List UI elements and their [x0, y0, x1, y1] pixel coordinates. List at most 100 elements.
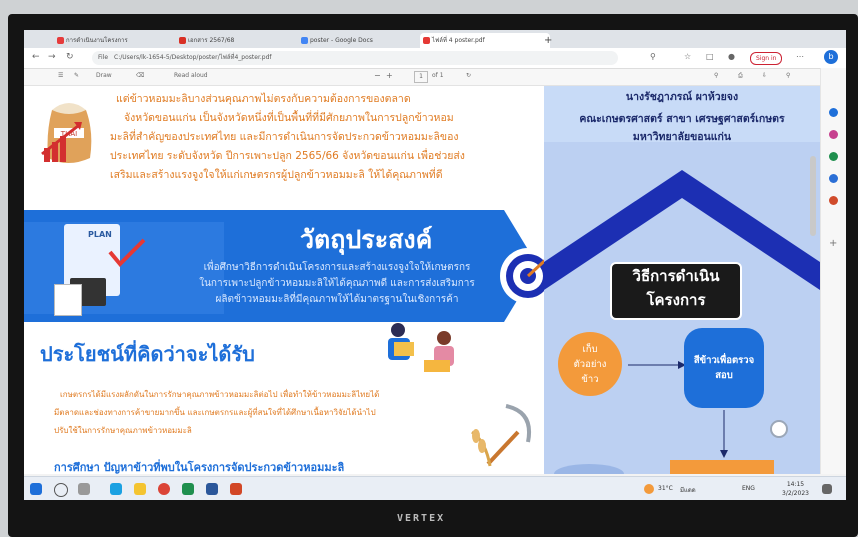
address-text: C:/Users/lk-1654-5/Desktop/poster/ไฟล์ที… [114, 54, 272, 61]
address-prefix: File [98, 54, 109, 61]
method-heading-line-1: วิธีการดำเนิน [632, 267, 720, 285]
intro-line-2: จังหวัดขอนแก่น เป็นจังหวัดหนึ่งที่เป็นพื… [124, 112, 454, 124]
zoom-in-icon[interactable]: + [386, 71, 393, 80]
excel-icon[interactable] [182, 483, 194, 495]
author-name: นางรัชฎาภรณ์ ผาห้วยจง [625, 91, 739, 103]
browser-tab-2[interactable]: เอกสาร 2567/68 [176, 33, 306, 48]
print-icon[interactable]: ⎙ [738, 72, 743, 80]
games-icon[interactable] [829, 174, 838, 183]
favorite-star-icon[interactable]: ☆ [684, 52, 691, 61]
tools-icon[interactable] [829, 152, 838, 161]
objective-line-3: ผลิตข้าวหอมมะลิที่มีคุณภาพให้ได้มาตรฐานใ… [215, 294, 459, 305]
forward-icon[interactable]: → [48, 52, 56, 62]
step2-line-2: สอบ [715, 370, 733, 381]
word-icon[interactable] [206, 483, 218, 495]
more-menu-icon[interactable]: ⋯ [796, 52, 804, 61]
draw-button[interactable]: Draw [96, 72, 112, 79]
objective-line-2: ในการเพาะปลูกข้าวหอมมะลิให้ได้คุณภาพดี แ… [199, 278, 475, 289]
clock[interactable]: 14:15 3/2/2023 [782, 480, 809, 498]
office-icon[interactable] [829, 196, 838, 205]
page-total: of 1 [432, 72, 444, 79]
weather-temp: 31°C [658, 485, 673, 492]
chrome-icon[interactable] [158, 483, 170, 495]
filter-icon[interactable]: ☰ [58, 72, 63, 79]
browser-tab-3[interactable]: poster - Google Docs [298, 33, 428, 48]
screen: การดำเนินงานโครงการ เอกสาร 2567/68 poste… [24, 30, 846, 500]
plan-document-illustration: PLAN [54, 224, 146, 316]
benefit-line-3: ปรับใช้ในการรักษาคุณภาพข้าวหอมมะลิ [54, 426, 192, 435]
search-sidebar-icon[interactable] [829, 108, 838, 117]
collections-icon[interactable]: □ [706, 52, 714, 61]
pdf-scrollbar[interactable] [810, 156, 816, 236]
arrow-down [720, 410, 728, 458]
notification-icon[interactable] [822, 484, 832, 494]
pdf-toolbar: ☰ ✎ Draw ⌫ Read aloud − + 1 of 1 ↻ ⚲ ⎙ ⇩… [24, 69, 846, 86]
browser-tab-1[interactable]: การดำเนินงานโครงการ [54, 33, 184, 48]
page-number-input[interactable]: 1 [414, 71, 428, 83]
arrow-right [628, 361, 686, 369]
sign-in-button[interactable]: Sign in [750, 52, 783, 65]
tab-favicon [179, 37, 186, 44]
step-mill-inspect: สีข้าวเพื่อตรวจ สอบ [684, 328, 764, 408]
intro-line-5: เสริมและสร้างแรงจูงใจให้แก่เกษตรกรผู้ปลู… [110, 169, 443, 181]
address-field[interactable]: File C:/Users/lk-1654-5/Desktop/poster/ไฟ… [92, 51, 618, 65]
search-icon[interactable]: ⚲ [714, 72, 718, 79]
objective-line-1: เพื่อศึกษาวิธีการดำเนินโครงการและสร้างแร… [203, 262, 471, 273]
intro-line-3: มะลิที่สำคัญของประเทศไทย และมีการดำเนินก… [110, 131, 459, 143]
read-aloud-button[interactable]: Read aloud [174, 72, 208, 79]
address-bar-row: ← → ↻ File C:/Users/lk-1654-5/Desktop/pos… [24, 48, 846, 69]
step1-line-1: เก็บ [582, 343, 598, 355]
browser-tab-4-active[interactable]: ไฟล์ที่ 4 poster.pdf [420, 33, 550, 48]
search-taskbar-icon[interactable] [54, 483, 68, 497]
benefit-heading: ประโยชน์ที่คิดว่าจะได้รับ [40, 342, 255, 366]
benefit-line-2: มีตลาดและช่องทางการค้าขายมากขึ้น และเกษต… [54, 408, 376, 417]
intro-line-4: ประเทศไทย ระดับจังหวัด ปีการเพาะปลูก 256… [110, 150, 465, 162]
save-icon[interactable]: ⇩ [762, 72, 767, 79]
windows-taskbar: 31°C มีแดด ENG 14:15 3/2/2023 [24, 476, 846, 500]
add-sidebar-icon[interactable]: + [829, 238, 837, 249]
pin-icon[interactable]: ⚲ [786, 72, 790, 79]
tab-label: poster - Google Docs [310, 37, 373, 44]
monitor-brand: VERTEX [397, 513, 446, 524]
tab-favicon [423, 37, 430, 44]
back-icon[interactable]: ← [32, 52, 40, 62]
draw-label: Draw [96, 72, 112, 79]
refresh-icon[interactable]: ↻ [66, 52, 74, 62]
tab-label: ไฟล์ที่ 4 poster.pdf [432, 37, 485, 44]
start-icon[interactable] [30, 483, 42, 495]
poster-right-column: นางรัชฎาภรณ์ ผาห้วยจง คณะเกษตรศาสตร์ สาข… [544, 86, 820, 474]
people-illustration [374, 318, 474, 378]
eraser-icon[interactable]: ⌫ [136, 72, 144, 79]
rotate-icon[interactable]: ↻ [466, 72, 471, 79]
language-indicator[interactable]: ENG [742, 485, 755, 492]
tab-favicon [57, 37, 64, 44]
intro-line-1: แต่ข้าวหอมมะลิบางส่วนคุณภาพไม่ตรงกับความ… [116, 93, 411, 105]
step1-line-2: ตัวอย่าง [573, 358, 607, 370]
edge-icon[interactable] [110, 483, 122, 495]
rice-sickle-icon [466, 402, 536, 472]
benefit-text: เกษตรกรได้มีแรงผลักดันในการรักษาคุณภาพข้… [54, 386, 510, 440]
next-step-box [670, 460, 774, 474]
objective-text: เพื่อศึกษาวิธีการดำเนินโครงการและสร้างแร… [162, 260, 512, 308]
highlight-icon[interactable]: ✎ [74, 72, 79, 79]
shopping-icon[interactable] [829, 130, 838, 139]
study-heading: การศึกษา ปัญหาข้าวที่พบในโครงการจัดประกว… [54, 461, 345, 474]
edge-sidebar: + [820, 68, 846, 474]
pdf-page: THAI แต่ข้าวหอมมะลิบางส่วนคุณภาพไม่ตรงกั… [24, 86, 820, 474]
zoom-out-icon[interactable]: − [374, 71, 381, 80]
profile-icon[interactable]: ● [728, 52, 735, 61]
rice-sack-icon: THAI [38, 92, 100, 172]
powerpoint-icon[interactable] [230, 483, 242, 495]
zoom-icon[interactable]: ⚲ [650, 52, 656, 61]
tab-bar: การดำเนินงานโครงการ เอกสาร 2567/68 poste… [24, 30, 846, 48]
intro-text: แต่ข้าวหอมมะลิบางส่วนคุณภาพไม่ตรงกับความ… [110, 90, 546, 185]
file-explorer-icon[interactable] [134, 483, 146, 495]
step1-line-3: ข้าว [581, 373, 599, 385]
objective-banner: PLAN วัตถุประสงค์ เพื่อศึกษาวิธีการดำเนิ… [24, 204, 544, 328]
task-view-icon[interactable] [78, 483, 90, 495]
poster-left-column: THAI แต่ข้าวหอมมะลิบางส่วนคุณภาพไม่ตรงกั… [24, 86, 556, 474]
copilot-icon[interactable]: b [824, 50, 838, 64]
new-tab-button[interactable]: + [542, 33, 558, 48]
tab-favicon [301, 37, 308, 44]
weather-icon[interactable] [644, 484, 654, 494]
